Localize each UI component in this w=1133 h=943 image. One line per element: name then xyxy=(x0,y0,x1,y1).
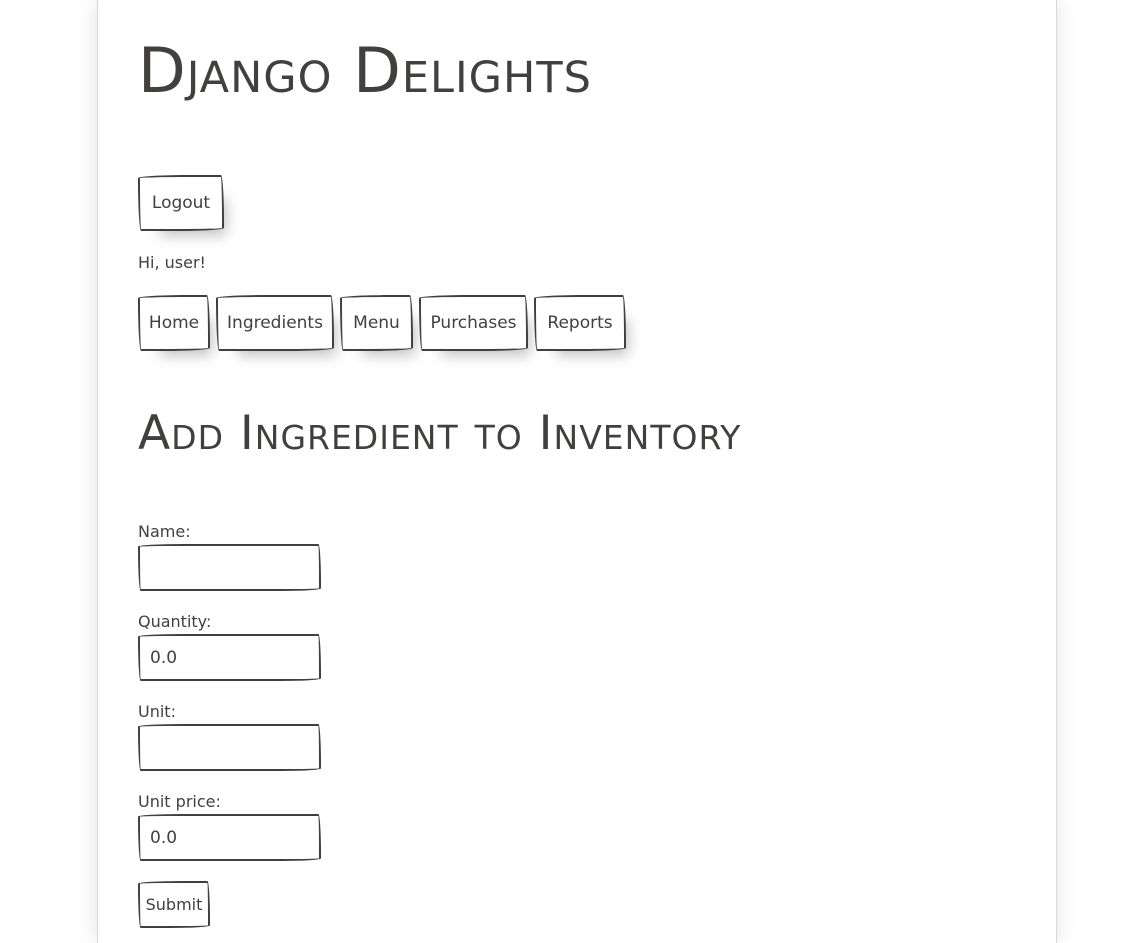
quantity-label: Quantity: xyxy=(138,612,212,631)
unit-price-label: Unit price: xyxy=(138,792,221,811)
user-greeting: Hi, user! xyxy=(138,253,206,272)
name-input[interactable] xyxy=(138,544,321,591)
logout-button[interactable]: Logout xyxy=(138,175,224,231)
quantity-input[interactable] xyxy=(138,634,321,681)
unit-input[interactable] xyxy=(138,724,321,771)
nav-purchases[interactable]: Purchases xyxy=(419,295,528,351)
nav-reports[interactable]: Reports xyxy=(534,295,626,351)
form-title: Add Ingredient to Inventory xyxy=(138,406,742,461)
nav-menu[interactable]: Menu xyxy=(340,295,413,351)
unit-label: Unit: xyxy=(138,702,176,721)
name-label: Name: xyxy=(138,522,191,541)
site-title: Django Delights xyxy=(138,34,592,107)
page-container: Django Delights Logout Hi, user! Home In… xyxy=(97,0,1057,943)
submit-button[interactable]: Submit xyxy=(138,881,210,928)
nav-home[interactable]: Home xyxy=(138,295,210,351)
nav-ingredients[interactable]: Ingredients xyxy=(216,295,334,351)
unit-price-input[interactable] xyxy=(138,814,321,861)
